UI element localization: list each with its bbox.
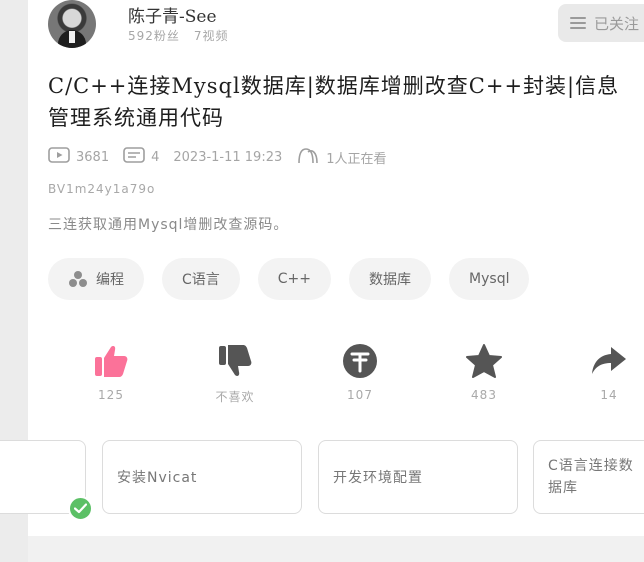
check-icon: [68, 496, 93, 521]
episode-card-c-connect-db[interactable]: C语言连接数据库: [533, 440, 644, 514]
video-meta: 3681 4 2023-1-11 19:23 1人正在看: [48, 146, 401, 168]
follow-label: 已关注: [594, 14, 640, 33]
dislike-button[interactable]: 不喜欢: [200, 342, 270, 405]
tag-database[interactable]: 数据库: [349, 258, 432, 300]
publish-datetime: 2023-1-11 19:23: [173, 149, 283, 165]
tag-label: Mysql: [469, 271, 510, 287]
follow-button[interactable]: 已关注: [558, 4, 644, 42]
dislike-label: 不喜欢: [215, 390, 255, 404]
coin-button[interactable]: 107: [325, 342, 395, 402]
episode-title: 安装Nvicat: [117, 470, 198, 486]
favorite-count: 483: [471, 388, 497, 402]
danmaku-count: 4: [151, 149, 160, 165]
tag-label: 数据库: [369, 272, 412, 288]
tag-list: 编程 C语言 C++ 数据库 Mysql: [48, 258, 547, 300]
star-icon: [449, 342, 519, 380]
share-arrow-icon: [574, 342, 644, 380]
video-description: 三连获取通用Mysql增删改查源码。: [48, 217, 289, 233]
viewers-icon: [296, 146, 320, 168]
tag-cpp[interactable]: C++: [257, 258, 332, 300]
episode-card-dev-env[interactable]: 开发环境配置: [318, 440, 518, 514]
share-count: 14: [600, 388, 618, 402]
bvid[interactable]: BV1m24y1a79o: [48, 182, 155, 196]
play-count-icon: [48, 147, 70, 167]
coin-count: 107: [347, 388, 373, 402]
play-count: 3681: [76, 149, 110, 165]
danmaku-icon: [123, 147, 145, 167]
video-title: C/C++连接Mysql数据库|数据库增删改查C++封装|信息管理系统通用代码: [48, 74, 620, 130]
tag-label: C语言: [182, 272, 220, 288]
episode-card-install-navicat[interactable]: 安装Nvicat: [102, 440, 302, 514]
bottom-strip: [28, 536, 644, 562]
tag-c-language[interactable]: C语言: [162, 258, 240, 300]
tag-label: 编程: [96, 272, 124, 288]
favorite-button[interactable]: 483: [449, 342, 519, 402]
author-stats: 592粉丝 7视频: [128, 27, 229, 44]
like-count: 125: [98, 388, 124, 402]
menu-icon: [570, 17, 586, 29]
thumbs-up-icon: [76, 342, 146, 380]
thumbs-down-icon: [200, 342, 270, 380]
author-avatar[interactable]: [48, 0, 96, 48]
tag-label: C++: [277, 271, 312, 287]
author-fans: 592粉丝: [128, 29, 180, 43]
episode-title: 开发环境配置: [333, 470, 423, 486]
share-button[interactable]: 14: [574, 342, 644, 402]
author-videos: 7视频: [193, 29, 229, 43]
episode-title: C语言连接数据库: [548, 458, 634, 496]
channel-icon: [68, 270, 88, 288]
tag-programming[interactable]: 编程: [48, 258, 144, 300]
like-button[interactable]: 125: [76, 342, 146, 402]
watching-now: 1人正在看: [326, 151, 387, 167]
coin-icon: [325, 342, 395, 380]
tag-mysql[interactable]: Mysql: [449, 258, 530, 300]
author-name[interactable]: 陈子青-See: [128, 2, 217, 27]
